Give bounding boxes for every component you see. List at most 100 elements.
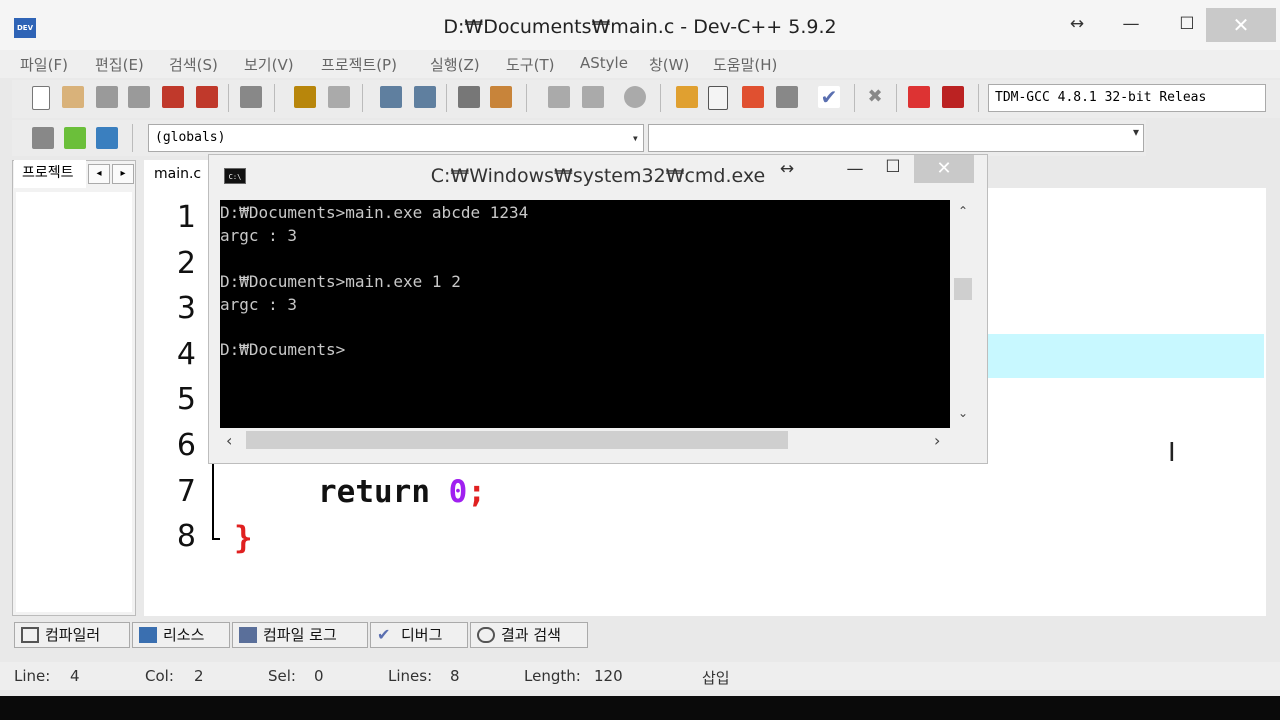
semicolon: ;	[467, 474, 486, 510]
compile-icon[interactable]	[676, 86, 698, 108]
status-sel-label: Sel:	[268, 667, 296, 685]
menu-view[interactable]: 보기(V)	[244, 54, 294, 75]
menu-edit[interactable]: 편집(E)	[95, 54, 144, 75]
redo-icon[interactable]	[328, 86, 350, 108]
undo-icon[interactable]	[294, 86, 316, 108]
menu-project[interactable]: 프로젝트(P)	[321, 54, 397, 75]
menu-bar: 파일(F) 편집(E) 검색(S) 보기(V) 프로젝트(P) 실행(Z) 도구…	[0, 50, 1280, 78]
forward-icon[interactable]	[582, 86, 604, 108]
compiler-select[interactable]: TDM-GCC 4.8.1 32-bit Releas	[988, 84, 1266, 112]
save-icon[interactable]	[96, 86, 118, 108]
menu-file[interactable]: 파일(F)	[20, 54, 68, 75]
chevron-down-icon: ▾	[1132, 125, 1139, 139]
scroll-down-icon[interactable]: ⌄	[958, 406, 968, 420]
cmd-maximize-button[interactable]: ☐	[876, 155, 910, 179]
console-line: D:₩Documents>	[220, 340, 346, 359]
project-tree[interactable]	[16, 192, 132, 612]
new-file-icon[interactable]	[32, 86, 50, 110]
back-icon[interactable]	[548, 86, 570, 108]
cmd-horizontal-scroll-thumb[interactable]	[246, 431, 788, 449]
tab-project[interactable]: 프로젝트	[14, 160, 86, 188]
rebuild-icon[interactable]	[776, 86, 798, 108]
chart-icon	[239, 627, 257, 643]
status-line-value: 4	[70, 667, 80, 685]
tab-label: 리소스	[163, 626, 205, 644]
line-number: 3	[176, 291, 196, 326]
line-number: 6	[176, 428, 196, 463]
status-length-label: Length:	[524, 667, 581, 685]
tab-label: 결과 검색	[501, 626, 561, 644]
close-button[interactable]: ✕	[1206, 8, 1276, 42]
tab-debug[interactable]: ✔ 디버그	[370, 622, 468, 648]
toolbar-separator	[854, 84, 855, 112]
scroll-up-icon[interactable]: ⌃	[958, 204, 968, 218]
code-line-7: return 0;	[318, 474, 486, 510]
fold-line	[212, 464, 214, 540]
status-bar	[0, 662, 1280, 690]
minimize-button[interactable]: —	[1114, 12, 1148, 36]
replace-icon[interactable]	[414, 86, 436, 108]
status-col-label: Col:	[145, 667, 174, 685]
new-class-icon[interactable]	[32, 127, 54, 149]
function-select[interactable]: ▾	[648, 124, 1144, 152]
tab-compiler[interactable]: 컴파일러	[14, 622, 130, 648]
tab-compile-log[interactable]: 컴파일 로그	[232, 622, 368, 648]
menu-window[interactable]: 창(W)	[649, 54, 689, 75]
menu-run[interactable]: 실행(Z)	[430, 54, 480, 75]
menu-astyle[interactable]: AStyle	[580, 54, 628, 72]
status-col-value: 2	[194, 667, 204, 685]
maximize-button[interactable]: ☐	[1170, 12, 1204, 36]
resize-icon: ↔	[1069, 14, 1085, 34]
scroll-right-icon[interactable]: ›	[934, 431, 940, 450]
cmd-vertical-scrollbar[interactable]	[952, 200, 974, 428]
scroll-left-icon[interactable]: ‹	[226, 431, 232, 450]
menu-tools[interactable]: 도구(T)	[506, 54, 554, 75]
menu-search[interactable]: 검색(S)	[169, 54, 218, 75]
status-length-value: 120	[594, 667, 623, 685]
resources-icon	[139, 627, 157, 643]
toolbar-separator	[362, 84, 363, 112]
compile-run-icon[interactable]	[742, 86, 764, 108]
delete-profile-icon[interactable]	[942, 86, 964, 108]
cmd-close-button[interactable]: ✕	[914, 155, 974, 183]
stop-icon[interactable]: ✖	[864, 86, 886, 108]
toolbar-separator	[896, 84, 897, 112]
line-number: 8	[176, 519, 196, 554]
globals-select[interactable]: (globals) ▾	[148, 124, 644, 152]
code-line-8: }	[234, 520, 253, 556]
profile-icon[interactable]	[908, 86, 930, 108]
run-icon[interactable]	[708, 86, 728, 110]
syntax-check-icon[interactable]: ✔	[818, 86, 840, 108]
indent-icon[interactable]	[458, 86, 480, 108]
print-icon[interactable]	[240, 86, 262, 108]
check-icon: ✔	[377, 625, 391, 644]
line-number: 5	[176, 382, 196, 417]
text-cursor-icon: I	[1168, 438, 1176, 468]
tab-scroll-right-button[interactable]: ▸	[112, 164, 134, 184]
menu-help[interactable]: 도움말(H)	[713, 54, 777, 75]
goto-icon[interactable]	[624, 86, 646, 108]
tab-scroll-left-button[interactable]: ◂	[88, 164, 110, 184]
close-all-icon[interactable]	[196, 86, 218, 108]
open-project-icon[interactable]	[62, 86, 84, 108]
unindent-icon[interactable]	[490, 86, 512, 108]
find-icon[interactable]	[380, 86, 402, 108]
fold-end	[212, 538, 220, 540]
cmd-vertical-scroll-thumb[interactable]	[954, 278, 972, 300]
close-file-icon[interactable]	[162, 86, 184, 108]
console-line: argc : 3	[220, 226, 298, 245]
save-all-icon[interactable]	[128, 86, 150, 108]
resize-icon: ↔	[779, 159, 795, 179]
line-number: 4	[176, 337, 196, 372]
line-number: 2	[176, 246, 196, 281]
toolbar-separator	[978, 84, 979, 112]
tab-main-c[interactable]: main.c	[144, 160, 208, 188]
console-output[interactable]	[220, 200, 950, 428]
status-line-label: Line:	[14, 667, 51, 685]
add-to-project-icon[interactable]	[64, 127, 86, 149]
project-options-icon[interactable]	[96, 127, 118, 149]
search-icon	[477, 627, 495, 643]
tab-resources[interactable]: 리소스	[132, 622, 230, 648]
tab-find-results[interactable]: 결과 검색	[470, 622, 588, 648]
cmd-minimize-button[interactable]: —	[838, 157, 872, 181]
